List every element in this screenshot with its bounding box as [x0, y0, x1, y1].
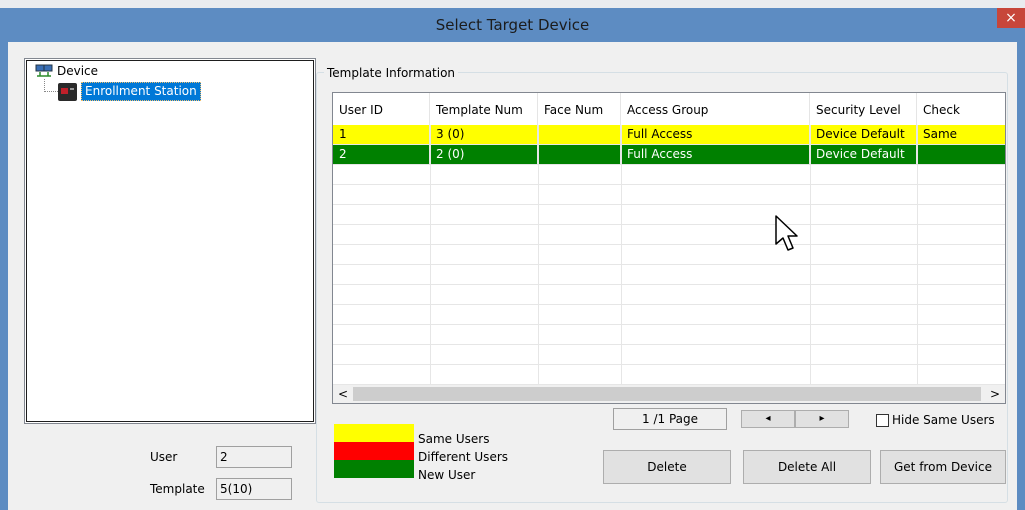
column-header-access-group[interactable]: Access Group — [621, 93, 810, 125]
scroll-right-button[interactable]: > — [987, 385, 1003, 403]
title-bar[interactable]: Select Target Device × — [0, 8, 1025, 42]
device-tree-frame: Device Enrollment Station — [26, 60, 314, 422]
table-row[interactable]: 2 2 (0) Full Access Device Default — [333, 145, 1005, 165]
table-row-empty — [333, 345, 1005, 365]
template-table[interactable]: User ID Template Num Face Num Access Gro… — [332, 92, 1006, 404]
dialog-client: Device Enrollment Station User 2 Templat… — [8, 42, 1017, 510]
template-count-label: Template — [150, 482, 205, 496]
template-count-value: 5(10) — [216, 478, 292, 500]
grid-line — [538, 125, 539, 385]
cell-face-num — [538, 125, 621, 145]
terminal-device-icon — [58, 83, 77, 101]
cell-template-num: 3 (0) — [430, 125, 538, 145]
mouse-cursor-icon — [775, 215, 798, 251]
cell-access-group: Full Access — [621, 125, 810, 145]
cell-access-group: Full Access — [621, 145, 810, 165]
device-tree[interactable]: Device Enrollment Station — [24, 58, 316, 424]
table-header: User ID Template Num Face Num Access Gro… — [333, 93, 1005, 125]
legend-label-new-user: New User — [418, 468, 476, 482]
get-from-device-button[interactable]: Get from Device — [880, 450, 1006, 484]
user-count-label: User — [150, 450, 178, 464]
scroll-left-button[interactable]: < — [335, 385, 351, 403]
cell-face-num — [538, 145, 621, 165]
legend-label-same-users: Same Users — [418, 432, 490, 446]
table-row-empty — [333, 305, 1005, 325]
table-row-empty — [333, 285, 1005, 305]
legend-label-different-users: Different Users — [418, 450, 509, 464]
hide-same-users-label[interactable]: Hide Same Users — [892, 413, 995, 427]
tree-item-enrollment-station[interactable]: Enrollment Station — [81, 82, 201, 101]
column-header-security-level[interactable]: Security Level — [810, 93, 917, 125]
scroll-thumb[interactable] — [353, 387, 981, 401]
grid-line — [621, 125, 622, 385]
delete-all-button[interactable]: Delete All — [743, 450, 871, 484]
cell-template-num: 2 (0) — [430, 145, 538, 165]
legend-swatch-different-users — [334, 442, 414, 460]
tree-item-device[interactable]: Device — [57, 64, 98, 78]
background-strip — [0, 0, 1025, 8]
grid-line — [430, 125, 431, 385]
table-row-empty — [333, 265, 1005, 285]
table-row-empty — [333, 225, 1005, 245]
cell-check: Same — [923, 127, 958, 141]
legend-swatch-new-user — [334, 460, 414, 478]
grid-line — [917, 125, 918, 385]
table-row[interactable]: 1 3 (0) Full Access Device Default Same — [333, 125, 1005, 145]
cell-security-level: Device Default — [810, 125, 917, 145]
next-page-button[interactable]: ▸ — [795, 410, 849, 428]
table-row-empty — [333, 205, 1005, 225]
legend-swatch-same-users — [334, 424, 414, 442]
column-header-user-id[interactable]: User ID — [333, 93, 430, 125]
table-row-empty — [333, 365, 1005, 385]
table-row-empty — [333, 245, 1005, 265]
prev-page-button[interactable]: ◂ — [741, 410, 795, 428]
grid-line — [810, 125, 811, 385]
column-header-face-num[interactable]: Face Num — [538, 93, 621, 125]
table-row-empty — [333, 325, 1005, 345]
hide-same-users-checkbox[interactable] — [876, 414, 889, 427]
group-title: Template Information — [324, 66, 459, 80]
close-button[interactable]: × — [997, 8, 1025, 28]
dialog-window: Select Target Device × Device Enrollment… — [0, 8, 1025, 510]
network-devices-icon — [35, 64, 53, 77]
cell-user-id: 2 — [333, 145, 430, 165]
tree-connector — [44, 91, 58, 92]
table-row-empty — [333, 185, 1005, 205]
user-count-value: 2 — [216, 446, 292, 468]
cell-security-level: Device Default — [810, 145, 917, 165]
page-indicator: 1 /1 Page — [613, 408, 727, 430]
column-header-check[interactable]: Check — [917, 93, 1005, 125]
delete-button[interactable]: Delete — [603, 450, 731, 484]
horizontal-scrollbar[interactable]: < > — [333, 384, 1005, 403]
column-header-template-num[interactable]: Template Num — [430, 93, 538, 125]
cell-user-id: 1 — [333, 125, 430, 145]
window-title: Select Target Device — [435, 16, 590, 34]
cell-check — [917, 145, 1005, 165]
table-row-empty — [333, 165, 1005, 185]
